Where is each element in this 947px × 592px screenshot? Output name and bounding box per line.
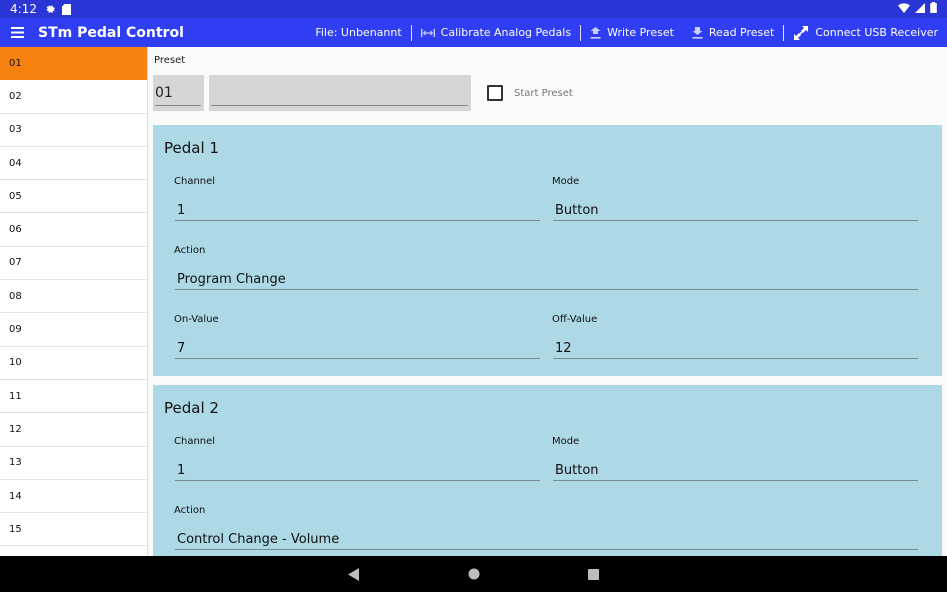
preset-list: 01 02 03 04 05 06 07 08 09 10 11 12 13 1… xyxy=(0,47,148,556)
pedal-1-panel: Pedal 1 Channel 1 Mode Button Action Pro… xyxy=(153,125,942,376)
input-underline xyxy=(553,358,918,359)
action-value: Control Change - Volume xyxy=(177,532,340,547)
input-underline xyxy=(553,220,918,221)
calibrate-icon xyxy=(420,28,435,38)
preset-list-item[interactable]: 11 xyxy=(0,380,147,414)
preset-number-value: 01 xyxy=(155,85,173,101)
connect-usb-receiver-button[interactable]: Connect USB Receiver xyxy=(784,18,947,47)
system-navigation-bar xyxy=(0,556,947,592)
mode-value: Button xyxy=(555,203,599,218)
input-underline xyxy=(175,358,540,359)
channel-field[interactable]: 1 xyxy=(175,455,540,481)
channel-label: Channel xyxy=(174,176,216,187)
mode-select[interactable]: Button xyxy=(553,455,918,481)
mode-label: Mode xyxy=(552,436,580,447)
connect-icon xyxy=(793,25,809,41)
preset-label: Preset xyxy=(154,55,186,66)
action-label: Action xyxy=(174,245,206,256)
input-underline xyxy=(155,105,201,106)
preset-list-item[interactable]: 05 xyxy=(0,180,147,214)
back-triangle-icon xyxy=(347,567,359,581)
start-preset-checkbox[interactable] xyxy=(487,85,503,101)
input-underline xyxy=(175,220,540,221)
home-button[interactable] xyxy=(466,566,482,582)
pedal-title: Pedal 2 xyxy=(164,399,219,417)
pedal-title: Pedal 1 xyxy=(164,139,219,157)
signal-icon xyxy=(915,2,925,16)
back-button[interactable] xyxy=(346,566,362,582)
gear-icon xyxy=(45,4,56,15)
sd-card-icon xyxy=(61,3,71,15)
mode-select[interactable]: Button xyxy=(553,195,918,221)
menu-button[interactable] xyxy=(0,18,34,47)
input-underline xyxy=(175,549,918,550)
download-icon xyxy=(692,26,703,39)
channel-field[interactable]: 1 xyxy=(175,195,540,221)
battery-icon xyxy=(930,2,937,16)
mode-value: Button xyxy=(555,463,599,478)
preset-list-item[interactable]: 07 xyxy=(0,247,147,281)
preset-list-item[interactable]: 09 xyxy=(0,313,147,347)
write-preset-label: Write Preset xyxy=(607,26,674,39)
action-label: Action xyxy=(174,505,206,516)
preset-list-item[interactable]: 12 xyxy=(0,413,147,447)
channel-value: 1 xyxy=(177,463,186,478)
off-value-field[interactable]: 12 xyxy=(553,333,918,359)
preset-list-item[interactable]: 10 xyxy=(0,347,147,380)
channel-value: 1 xyxy=(177,203,186,218)
file-label: File: Unbenannt xyxy=(315,26,402,39)
input-underline xyxy=(211,105,468,106)
off-value: 12 xyxy=(555,341,572,356)
preset-name-field[interactable] xyxy=(209,75,471,111)
status-time: 4:12 xyxy=(10,2,37,16)
read-preset-button[interactable]: Read Preset xyxy=(683,18,783,47)
recents-button[interactable] xyxy=(586,566,602,582)
preset-list-item[interactable]: 02 xyxy=(0,80,147,114)
read-preset-label: Read Preset xyxy=(708,26,775,39)
preset-list-item[interactable]: 04 xyxy=(0,147,147,181)
mode-label: Mode xyxy=(552,176,580,187)
on-value: 7 xyxy=(177,341,186,356)
input-underline xyxy=(175,289,918,290)
app-title: STm Pedal Control xyxy=(38,24,184,41)
calibrate-analog-pedals-button[interactable]: Calibrate Analog Pedals xyxy=(412,18,580,47)
preset-number-field[interactable]: 01 xyxy=(153,75,204,111)
preset-list-item[interactable]: 15 xyxy=(0,513,147,547)
write-preset-button[interactable]: Write Preset xyxy=(581,18,683,47)
preset-list-item[interactable]: 03 xyxy=(0,114,147,147)
preset-list-item[interactable]: 13 xyxy=(0,447,147,480)
connect-label: Connect USB Receiver xyxy=(815,26,938,39)
input-underline xyxy=(553,480,918,481)
pedal-2-panel: Pedal 2 Channel 1 Mode Button Action Con… xyxy=(153,385,942,556)
action-select[interactable]: Control Change - Volume xyxy=(175,524,918,550)
app-bar: STm Pedal Control File: Unbenannt Calibr… xyxy=(0,18,947,47)
hamburger-menu-icon xyxy=(10,27,24,38)
on-value-label: On-Value xyxy=(174,314,219,325)
upload-icon xyxy=(590,26,601,39)
preset-list-item[interactable]: 06 xyxy=(0,213,147,247)
action-select[interactable]: Program Change xyxy=(175,264,918,290)
action-value: Program Change xyxy=(177,272,286,287)
preset-editor: Preset 01 Start Preset Pedal 1 Channel 1… xyxy=(148,47,947,556)
off-value-label: Off-Value xyxy=(552,314,598,325)
preset-list-item[interactable]: 08 xyxy=(0,280,147,314)
input-underline xyxy=(175,480,540,481)
channel-label: Channel xyxy=(174,436,216,447)
start-preset-label: Start Preset xyxy=(514,88,573,99)
preset-list-item[interactable]: 01 xyxy=(0,47,147,81)
home-circle-icon xyxy=(468,568,479,580)
wifi-icon xyxy=(898,2,910,16)
calibrate-label: Calibrate Analog Pedals xyxy=(440,26,572,39)
recents-square-icon xyxy=(588,568,599,580)
on-value-field[interactable]: 7 xyxy=(175,333,540,359)
file-name-label: File: Unbenannt xyxy=(306,18,410,47)
status-bar: 4:12 xyxy=(0,0,947,18)
preset-list-item[interactable]: 14 xyxy=(0,480,147,514)
